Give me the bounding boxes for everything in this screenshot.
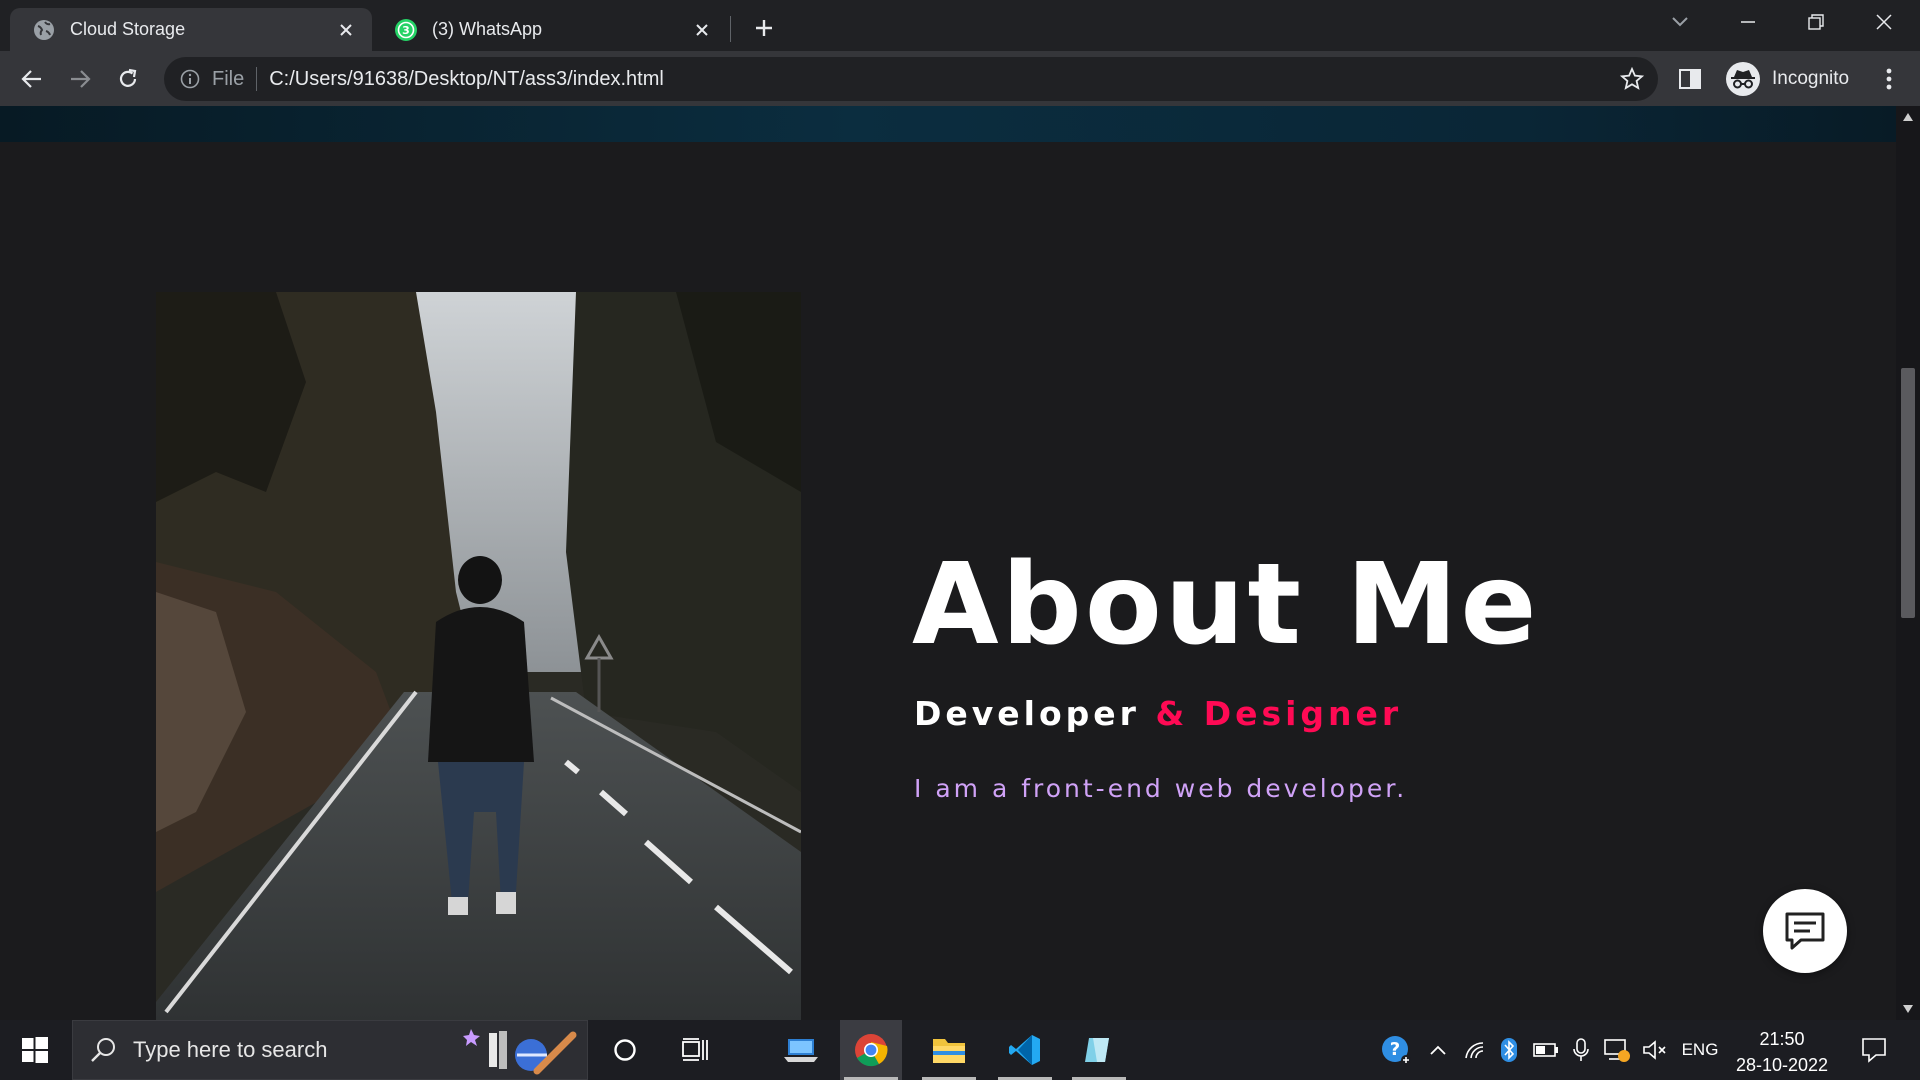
reload-button[interactable] [110,61,146,97]
scrollbar-thumb[interactable] [1901,368,1915,618]
clock-date: 28-10-2022 [1735,1055,1829,1075]
site-header-edge [0,106,1896,142]
scroll-down-icon [1903,1005,1913,1013]
about-heading: About Me [912,540,1540,670]
battery-tray-icon[interactable] [1530,1020,1562,1080]
new-tab-button[interactable] [748,12,780,44]
arrow-right-icon [71,70,91,88]
start-button[interactable] [12,1030,58,1070]
chat-icon [1785,912,1825,950]
page-viewport: About Me Developer & Designer I am a fro… [0,106,1896,1020]
system-clock[interactable]: 21:50 28-10-2022 [1730,1026,1834,1078]
close-window-button[interactable] [1854,0,1914,44]
back-button[interactable] [14,61,50,97]
close-icon [1876,14,1892,30]
scroll-up-icon [1903,113,1913,121]
microphone-tray-icon[interactable] [1568,1020,1594,1080]
search-icon [91,1038,115,1062]
notifications-button[interactable] [1852,1020,1896,1080]
vscode-icon [1009,1035,1040,1065]
close-icon[interactable] [334,18,358,42]
chrome-icon [855,1034,888,1067]
tab-search-button[interactable] [1650,0,1710,44]
windows-logo-icon [22,1037,48,1063]
cricket-doodle-icon [463,1029,577,1075]
volume-muted-icon [1643,1040,1666,1060]
role-primary: Developer [914,694,1140,733]
cortana-button[interactable] [594,1020,656,1080]
taskbar-app-file-explorer[interactable] [918,1020,980,1080]
incognito-label: Incognito [1772,68,1850,89]
bluetooth-icon [1501,1038,1517,1062]
arrow-left-icon [21,70,41,88]
cortana-circle-icon [614,1039,636,1061]
bluetooth-tray-icon[interactable] [1496,1020,1522,1080]
svg-text:3: 3 [402,24,410,37]
bookmark-star-icon[interactable] [1619,66,1645,91]
url-text[interactable]: C:/Users/91638/Desktop/NT/ass3/index.htm… [269,68,664,91]
wifi-icon [1465,1042,1484,1059]
task-view-icon [682,1038,708,1061]
forward-button[interactable] [62,61,98,97]
taskbar-app-chrome[interactable] [840,1020,902,1080]
incognito-profile-button[interactable]: Incognito [1722,58,1861,100]
battery-icon [1533,1043,1558,1057]
tab-title: (3) WhatsApp [432,19,543,39]
taskbar-app-desktop[interactable] [770,1020,832,1080]
whatsapp-icon: 3 [394,18,418,42]
page-scrollbar[interactable] [1896,106,1920,1020]
chevron-down-icon [1672,17,1688,27]
restore-button[interactable] [1786,0,1846,44]
plus-icon [756,20,772,36]
minimize-icon [1741,21,1755,23]
input-language-indicator[interactable]: ENG [1678,1020,1722,1080]
role-accent: & Designer [1155,694,1403,733]
notification-icon [1862,1038,1886,1063]
volume-tray-icon[interactable] [1640,1020,1670,1080]
about-photo [156,292,801,1020]
chat-button[interactable] [1763,889,1847,973]
tab-divider [730,16,731,42]
browser-tab-strip: Cloud Storage 3 (3) WhatsApp [0,0,1920,51]
globe-icon [32,18,56,42]
windows-taskbar: Type here to search ? ENG 21:50 28-10-20… [0,1020,1920,1080]
task-view-button[interactable] [664,1020,726,1080]
about-role: Developer & Designer [914,694,1402,733]
taskbar-search-box[interactable]: Type here to search [72,1020,588,1080]
restore-icon [1808,14,1824,30]
wifi-tray-icon[interactable] [1460,1020,1490,1080]
browser-menu-button[interactable] [1874,64,1904,94]
browser-toolbar: File C:/Users/91638/Desktop/NT/ass3/inde… [0,51,1920,106]
info-icon[interactable] [178,67,202,91]
microphone-icon [1573,1038,1589,1061]
projector-icon [1604,1039,1630,1062]
tab-whatsapp[interactable]: 3 (3) WhatsApp [372,8,728,51]
help-tray-icon[interactable]: ? [1376,1020,1416,1080]
show-hidden-icons-button[interactable] [1424,1020,1452,1080]
side-panel-icon[interactable] [1678,67,1702,91]
clock-time: 21:50 [1759,1029,1805,1049]
taskbar-app-notes[interactable] [1068,1020,1130,1080]
close-icon[interactable] [690,18,714,42]
folder-icon [933,1039,965,1063]
taskbar-app-vscode[interactable] [994,1020,1056,1080]
incognito-icon [1726,62,1760,96]
svg-text:?: ? [1390,1039,1400,1060]
address-bar[interactable]: File C:/Users/91638/Desktop/NT/ass3/inde… [164,57,1658,101]
minimize-button[interactable] [1718,0,1778,44]
divider [256,67,258,91]
laptop-icon [784,1039,818,1062]
reload-icon [119,68,137,87]
url-scheme-label: File [212,67,245,90]
tab-title: Cloud Storage [70,19,186,39]
about-description: I am a front-end web developer. [914,774,1408,803]
chevron-up-icon [1430,1045,1446,1055]
tab-cloud-storage[interactable]: Cloud Storage [10,8,372,51]
notes-app-icon [1085,1038,1109,1062]
more-vert-icon [1886,68,1892,90]
search-placeholder: Type here to search [133,1037,328,1062]
display-tray-icon[interactable] [1600,1020,1634,1080]
